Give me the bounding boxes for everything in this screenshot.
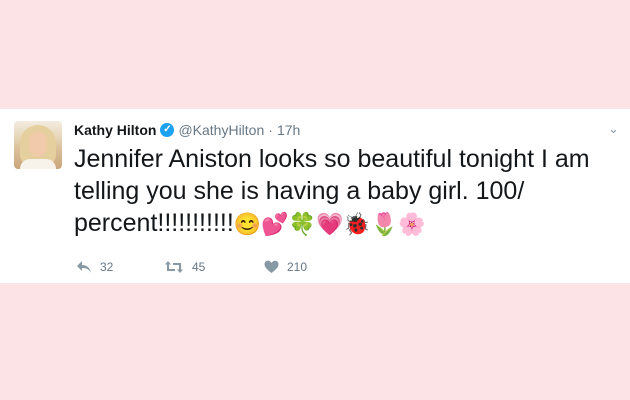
author-name[interactable]: Kathy Hilton: [74, 121, 156, 139]
heart-icon: [264, 260, 279, 274]
chevron-down-icon[interactable]: ⌄: [608, 121, 619, 137]
author-handle[interactable]: @KathyHilton: [178, 121, 264, 139]
tweet-emojis: 😊💕🍀💗🐞🌷🌸: [233, 211, 426, 237]
reply-icon: [76, 260, 92, 274]
avatar-shirt: [20, 159, 56, 169]
avatar-face: [29, 132, 47, 156]
retweet-icon: [164, 260, 184, 274]
like-count: 210: [287, 260, 308, 274]
tweet-card: Kathy Hilton ✓ @KathyHilton · 17h ⌄ Jenn…: [0, 109, 630, 283]
header-separator: ·: [268, 122, 273, 138]
like-button[interactable]: 210: [264, 260, 307, 274]
tweet-actions: 32 45 210: [76, 260, 307, 274]
retweet-button[interactable]: 45: [164, 260, 264, 274]
verified-badge-icon: ✓: [160, 123, 175, 137]
tweet-timestamp[interactable]: 17h: [277, 121, 300, 139]
reply-count: 32: [100, 260, 114, 274]
reply-button[interactable]: 32: [76, 260, 164, 274]
tweet-header: Kathy Hilton ✓ @KathyHilton · 17h: [74, 121, 300, 139]
tweet-text: Jennifer Aniston looks so beautiful toni…: [74, 143, 619, 240]
retweet-count: 45: [192, 260, 206, 274]
avatar[interactable]: [14, 121, 62, 169]
